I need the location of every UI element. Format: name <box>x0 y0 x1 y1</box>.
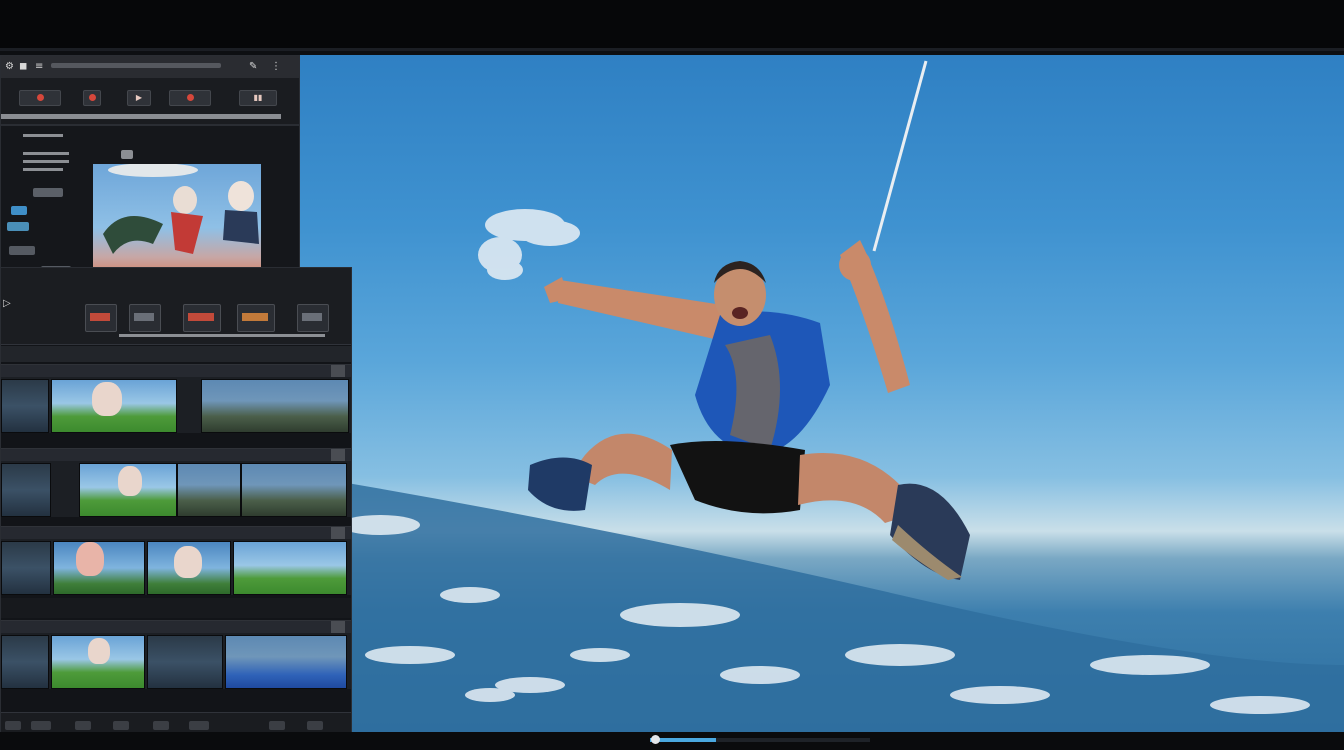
footer-button[interactable] <box>269 721 285 730</box>
scroll-icon[interactable] <box>331 527 345 539</box>
footer-button[interactable] <box>113 721 129 730</box>
source-thumbnail[interactable] <box>93 164 261 280</box>
clip-control[interactable] <box>237 304 275 332</box>
footer-button[interactable] <box>189 721 209 730</box>
camera-icon[interactable]: ◼ <box>19 61 27 73</box>
editor-toolbar: ⚙ ◼ ≡ ✎ ⋮ ▶ ▮▮ <box>0 55 300 125</box>
footer-button[interactable] <box>153 721 169 730</box>
clip-control[interactable] <box>129 304 161 332</box>
timeline-ruler[interactable] <box>119 334 325 337</box>
thumb-label <box>121 150 133 159</box>
track-header <box>1 449 351 461</box>
top-bezel <box>0 0 1344 48</box>
scroll-icon[interactable] <box>331 621 345 633</box>
clip-thumbnail[interactable] <box>1 463 51 517</box>
param-line[interactable] <box>23 168 63 171</box>
stop-icon <box>88 94 96 101</box>
edit-icon[interactable]: ✎ <box>249 61 257 73</box>
video-track <box>1 448 351 517</box>
clip-thumbnail[interactable] <box>53 541 145 595</box>
toolbar-title-row: ⚙ ◼ ≡ ✎ ⋮ <box>1 56 299 78</box>
param-line[interactable] <box>23 160 69 163</box>
thumbnail-scene <box>93 164 261 280</box>
timeline-scrubber[interactable] <box>51 63 221 68</box>
clip-thumbnail[interactable] <box>51 379 177 433</box>
clip-thumbnail[interactable] <box>225 635 347 689</box>
record-button[interactable] <box>19 90 61 106</box>
footer-button[interactable] <box>307 721 323 730</box>
clip-thumbnail[interactable] <box>233 541 347 595</box>
more-icon[interactable]: ⋮ <box>271 61 281 73</box>
clip-thumbnail[interactable] <box>1 379 49 433</box>
param-toggle[interactable] <box>11 206 27 215</box>
inspector-header-line <box>23 134 63 137</box>
settings-icon[interactable]: ⚙ <box>5 61 14 73</box>
video-track <box>1 364 351 433</box>
param-toggle[interactable] <box>7 222 29 231</box>
timeline-panel: ▷ <box>0 267 352 735</box>
record-icon <box>36 94 44 101</box>
clip-thumbnail[interactable] <box>79 463 177 517</box>
preview-scene <box>300 60 1344 735</box>
param-toggle[interactable] <box>33 188 63 197</box>
video-track <box>1 526 351 595</box>
video-track <box>1 620 351 689</box>
export-button[interactable]: ▮▮ <box>239 90 277 106</box>
param-line[interactable] <box>23 152 69 155</box>
menu-icon[interactable]: ≡ <box>35 61 43 73</box>
clip-thumbnail[interactable] <box>1 541 51 595</box>
playback-progress[interactable] <box>650 738 870 742</box>
video-preview[interactable] <box>300 55 1344 735</box>
playback-bar <box>0 732 1344 750</box>
clip-control[interactable] <box>183 304 221 332</box>
clip-thumbnail[interactable] <box>147 635 223 689</box>
clip-control[interactable] <box>85 304 117 332</box>
track-tabs <box>1 346 351 362</box>
footer-button[interactable] <box>5 721 21 730</box>
param-toggle[interactable] <box>9 246 35 255</box>
timeline-controls: ▷ <box>1 268 351 345</box>
capture-icon <box>186 94 194 101</box>
play-icon[interactable]: ▷ <box>3 298 11 310</box>
monitor-screen: ⚙ ◼ ≡ ✎ ⋮ ▶ ▮▮ ▷ <box>0 48 1344 735</box>
footer-button[interactable] <box>31 721 51 730</box>
clip-thumbnail[interactable] <box>177 463 241 517</box>
scroll-icon[interactable] <box>331 449 345 461</box>
track-header <box>1 527 351 539</box>
track-gap <box>1 598 351 618</box>
scroll-icon[interactable] <box>331 365 345 377</box>
footer-button[interactable] <box>75 721 91 730</box>
play-button[interactable]: ▶ <box>127 90 151 106</box>
track-header <box>1 621 351 633</box>
clip-thumbnail[interactable] <box>241 463 347 517</box>
stop-button[interactable] <box>83 90 101 106</box>
clip-thumbnail[interactable] <box>51 635 145 689</box>
clip-thumbnail[interactable] <box>201 379 349 433</box>
clip-thumbnail[interactable] <box>1 635 49 689</box>
clip-thumbnail[interactable] <box>147 541 231 595</box>
inspector-panel <box>0 125 300 285</box>
track-header <box>1 365 351 377</box>
sky-clouds <box>478 209 580 280</box>
rope <box>872 60 928 252</box>
toolbar-divider <box>1 114 281 119</box>
capture-button[interactable] <box>169 90 211 106</box>
playhead-knob[interactable] <box>651 735 660 744</box>
clip-control[interactable] <box>297 304 329 332</box>
